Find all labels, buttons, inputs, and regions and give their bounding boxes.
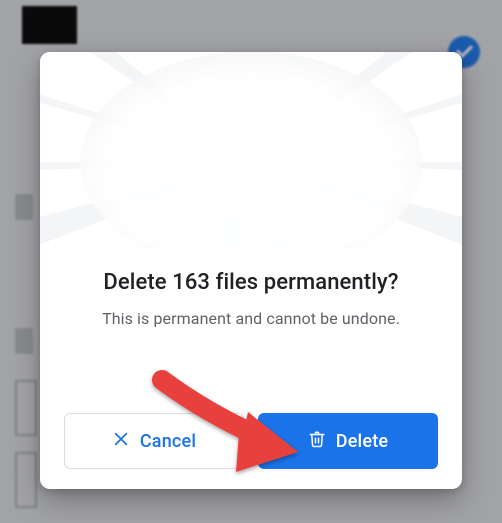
dialog-subtitle: This is permanent and cannot be undone. (64, 309, 438, 328)
trash-icon (308, 429, 326, 454)
delete-button[interactable]: Delete (258, 413, 438, 469)
delete-confirmation-dialog: Delete 163 files permanently? This is pe… (40, 52, 462, 489)
close-icon (112, 430, 130, 453)
dialog-title: Delete 163 files permanently? (64, 270, 438, 295)
dialog-actions: Cancel Delete (64, 413, 438, 469)
cancel-button[interactable]: Cancel (64, 413, 244, 469)
dialog-content: Delete 163 files permanently? This is pe… (40, 248, 462, 489)
delete-button-label: Delete (336, 431, 388, 452)
cancel-button-label: Cancel (140, 431, 196, 452)
dialog-illustration (40, 52, 462, 248)
